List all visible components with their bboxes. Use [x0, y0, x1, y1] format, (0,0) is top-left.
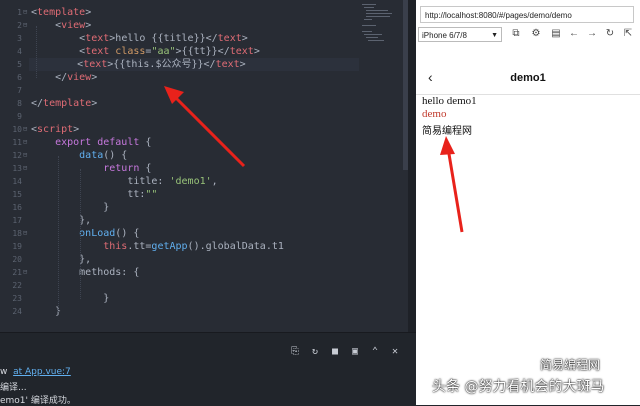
arrow-preview — [446, 147, 464, 233]
arrow-editor — [172, 94, 246, 168]
arrow-head-preview — [440, 136, 455, 155]
annotation-arrows — [164, 86, 464, 233]
